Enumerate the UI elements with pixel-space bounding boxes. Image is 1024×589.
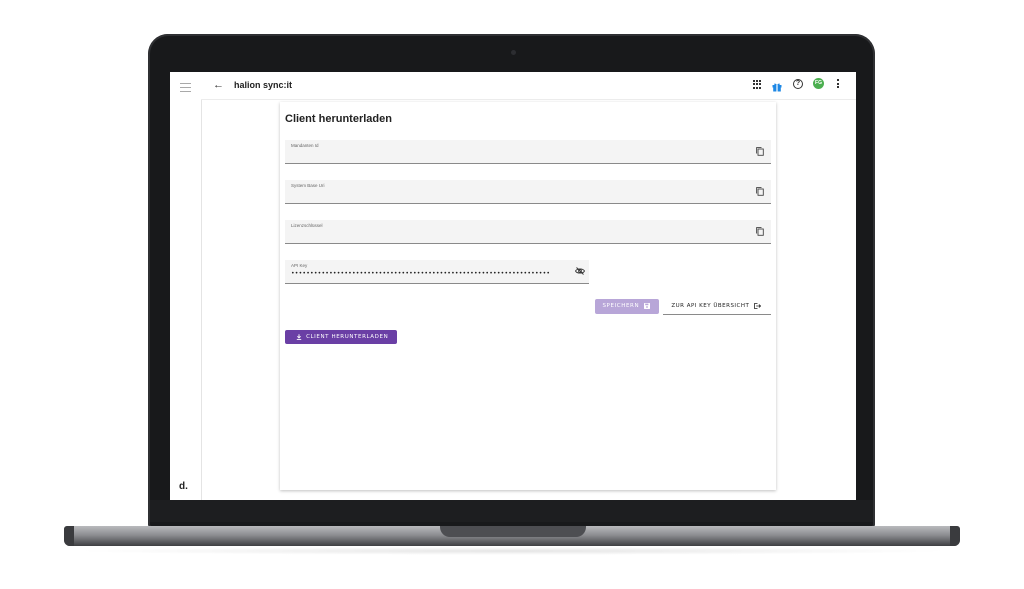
avatar[interactable]: FG xyxy=(813,78,824,89)
save-button-label: SPEICHERN xyxy=(602,303,640,309)
download-icon xyxy=(296,333,301,340)
license-key-label: Lizenzschlüssel xyxy=(291,223,323,228)
copy-icon[interactable] xyxy=(756,227,764,236)
sidebar-logo[interactable]: d. xyxy=(179,481,188,492)
laptop-shadow xyxy=(70,547,954,555)
gift-icon[interactable] xyxy=(772,79,782,97)
mandant-id-label: Mandanten Id xyxy=(291,143,319,148)
laptop-notch xyxy=(440,526,586,537)
api-key-label: API Key xyxy=(291,263,308,268)
api-key-field[interactable]: API Key ••••••••••••••••••••••••••••••••… xyxy=(285,260,589,284)
help-circle-icon[interactable]: ? xyxy=(793,79,803,89)
sidebar: d. xyxy=(170,72,202,500)
app-title: halion sync:it xyxy=(234,80,293,90)
external-link-icon xyxy=(753,302,761,309)
top-app-bar: ← halion sync:it ? FG xyxy=(201,72,856,100)
license-key-field[interactable]: Lizenzschlüssel xyxy=(285,220,771,244)
grid-apps-icon[interactable] xyxy=(753,80,762,89)
download-client-button[interactable]: CLIENT HERUNTERLADEN xyxy=(285,330,397,344)
eye-off-icon[interactable] xyxy=(575,267,585,275)
more-vertical-icon[interactable] xyxy=(837,79,839,90)
download-client-label: CLIENT HERUNTERLADEN xyxy=(306,334,389,340)
save-button[interactable]: SPEICHERN xyxy=(595,299,659,314)
screen-bezel-bottom xyxy=(150,500,873,522)
api-key-overview-label: ZUR API KEY ÜBERSICHT xyxy=(671,303,750,309)
api-key-value[interactable]: ••••••••••••••••••••••••••••••••••••••••… xyxy=(291,270,571,277)
arrow-left-icon[interactable]: ← xyxy=(213,79,224,91)
camera xyxy=(511,50,516,55)
floppy-disk-icon xyxy=(643,302,650,309)
copy-icon[interactable] xyxy=(756,187,764,196)
copy-icon[interactable] xyxy=(756,147,764,156)
laptop-base-edge-left xyxy=(64,526,74,546)
system-base-uri-field[interactable]: System Base Uri xyxy=(285,180,771,204)
api-key-overview-button[interactable]: ZUR API KEY ÜBERSICHT xyxy=(663,299,771,315)
download-client-card: Client herunterladen Mandanten Id System… xyxy=(280,102,776,490)
hamburger-menu-icon[interactable] xyxy=(180,83,191,95)
mandant-id-field[interactable]: Mandanten Id xyxy=(285,140,771,164)
laptop-base-edge-right xyxy=(950,526,960,546)
system-base-uri-label: System Base Uri xyxy=(291,183,325,188)
app-screen: d. ← halion sync:it ? FG Client herunter… xyxy=(170,72,856,500)
page-title: Client herunterladen xyxy=(285,113,392,125)
